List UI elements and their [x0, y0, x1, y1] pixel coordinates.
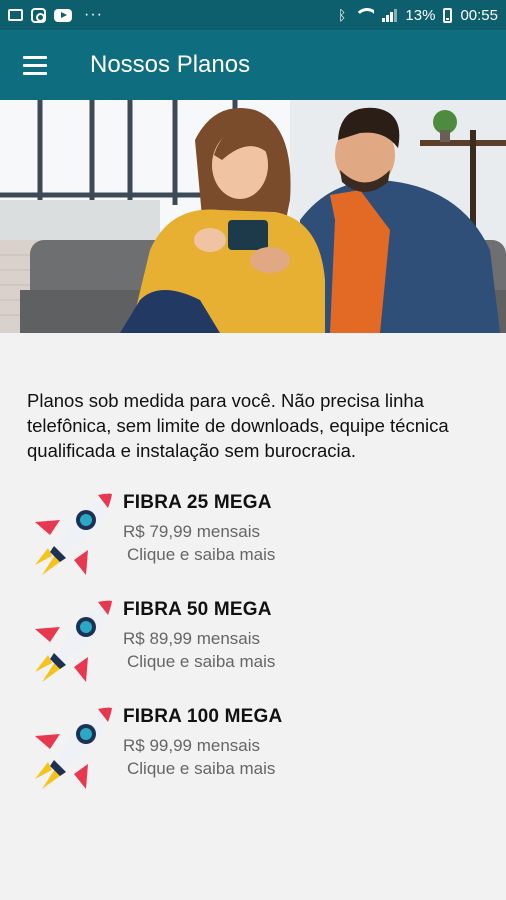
status-bar-notifications: ··· — [8, 6, 103, 24]
battery-icon — [443, 7, 453, 23]
clock: 00:55 — [460, 6, 498, 24]
plan-cta-link[interactable]: Clique e saiba mais — [127, 545, 275, 565]
couple-photo — [0, 100, 506, 333]
plan-item-fibra-25[interactable]: FIBRA 25 MEGA R$ 79,99 mensais Clique e … — [30, 490, 490, 580]
plan-price: R$ 79,99 mensais — [123, 522, 261, 541]
image-icon — [8, 9, 23, 21]
plan-name: FIBRA 25 MEGA — [123, 492, 272, 513]
rocket-icon — [35, 707, 112, 789]
page-title: Nossos Planos — [90, 51, 251, 78]
signal-icon — [382, 8, 398, 22]
intro-text: Planos sob medida para você. Não precisa… — [27, 390, 449, 461]
app-bar: Nossos Planos — [0, 30, 506, 100]
plan-name: FIBRA 50 MEGA — [123, 599, 272, 620]
rocket-icon — [35, 600, 112, 682]
plan-cta-link[interactable]: Clique e saiba mais — [127, 652, 275, 672]
plan-price: R$ 89,99 mensais — [123, 629, 261, 648]
plan-price: R$ 99,99 mensais — [123, 736, 261, 755]
status-bar: ··· ᛒ 13% 00:55 — [0, 0, 506, 30]
instagram-icon — [31, 7, 46, 23]
hero-image — [0, 100, 506, 333]
rocket-icon — [35, 493, 112, 575]
bluetooth-icon: ᛒ — [338, 7, 347, 23]
plan-item-fibra-100[interactable]: FIBRA 100 MEGA R$ 99,99 mensais Clique e… — [30, 704, 490, 794]
plan-cta-link[interactable]: Clique e saiba mais — [127, 759, 275, 779]
plan-item-fibra-50[interactable]: FIBRA 50 MEGA R$ 89,99 mensais Clique e … — [30, 597, 490, 687]
hamburger-menu-icon[interactable] — [0, 30, 70, 100]
youtube-icon — [54, 8, 72, 22]
status-bar-system: ᛒ 13% 00:55 — [338, 7, 498, 24]
wifi-icon — [354, 8, 375, 22]
plan-name: FIBRA 100 MEGA — [123, 706, 283, 727]
battery-percent: 13% — [405, 6, 436, 24]
more-icon: ··· — [84, 6, 103, 23]
